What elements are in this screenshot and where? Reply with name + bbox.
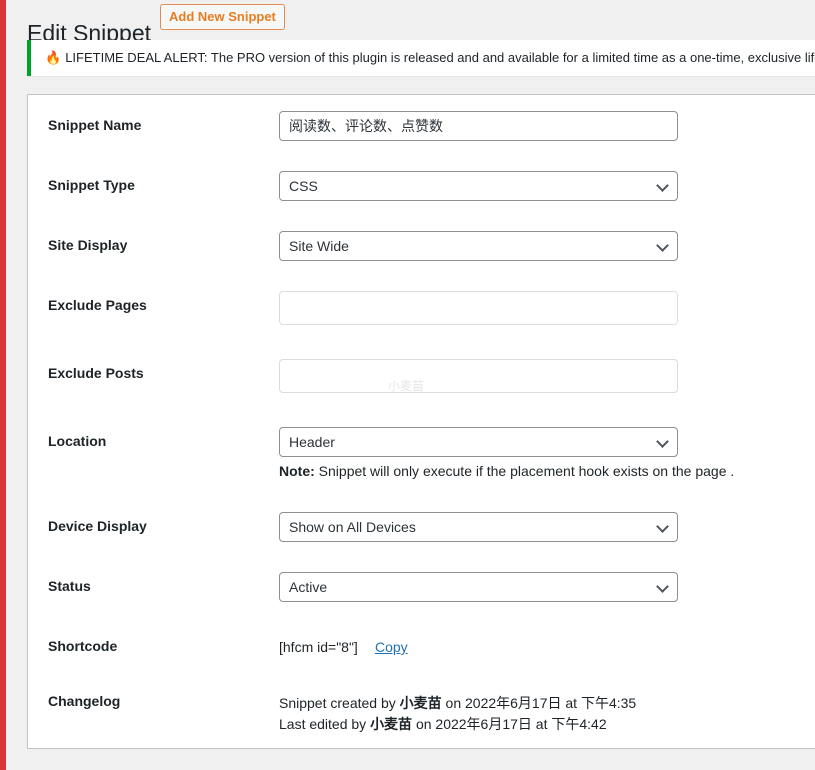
- copy-shortcode-link[interactable]: Copy: [375, 639, 408, 655]
- changelog-text: Snippet created by 小麦苗 on 2022年6月17日 at …: [279, 693, 636, 735]
- add-new-snippet-button[interactable]: Add New Snippet: [160, 4, 285, 30]
- snippet-name-label: Snippet Name: [48, 117, 142, 133]
- changelog-edited: Last edited by 小麦苗 on 2022年6月17日 at 下午4:…: [279, 714, 636, 735]
- edited-prefix: Last edited by: [279, 716, 371, 732]
- note-label: Note:: [279, 463, 315, 479]
- snippet-type-select[interactable]: CSS: [279, 171, 678, 201]
- status-label: Status: [48, 578, 91, 594]
- device-display-select[interactable]: Show on All Devices: [279, 512, 678, 542]
- admin-sidebar-edge: [0, 0, 6, 770]
- status-select[interactable]: Active: [279, 572, 678, 602]
- device-display-value: Show on All Devices: [289, 519, 416, 535]
- chevron-down-icon: [656, 520, 669, 533]
- exclude-pages-input[interactable]: [279, 291, 678, 325]
- exclude-pages-label: Exclude Pages: [48, 297, 147, 313]
- snippet-type-value: CSS: [289, 178, 318, 194]
- snippet-name-value: 阅读数、评论数、点赞数: [289, 118, 443, 134]
- snippet-settings-panel: Snippet Name 阅读数、评论数、点赞数 Snippet Type CS…: [27, 94, 815, 749]
- created-suffix: on 2022年6月17日 at 下午4:35: [441, 695, 637, 711]
- chevron-down-icon: [656, 435, 669, 448]
- created-user: 小麦苗: [399, 695, 442, 711]
- location-label: Location: [48, 433, 107, 449]
- watermark: 小麦苗: [388, 379, 425, 393]
- changelog-label: Changelog: [48, 693, 121, 709]
- device-display-label: Device Display: [48, 518, 147, 534]
- status-value: Active: [289, 579, 328, 595]
- shortcode-value: [hfcm id="8"]: [279, 639, 358, 655]
- edited-suffix: on 2022年6月17日 at 下午4:42: [412, 716, 607, 732]
- location-value: Header: [289, 434, 335, 450]
- shortcode-label: Shortcode: [48, 638, 118, 654]
- snippet-name-input[interactable]: 阅读数、评论数、点赞数: [279, 111, 678, 141]
- chevron-down-icon: [656, 179, 669, 192]
- location-select[interactable]: Header: [279, 427, 678, 457]
- site-display-value: Site Wide: [289, 238, 349, 254]
- created-prefix: Snippet created by: [279, 695, 400, 711]
- note-text: Snippet will only execute if the placeme…: [314, 463, 735, 479]
- site-display-label: Site Display: [48, 237, 128, 253]
- chevron-down-icon: [656, 239, 669, 252]
- edited-user: 小麦苗: [370, 716, 413, 732]
- snippet-type-label: Snippet Type: [48, 177, 135, 193]
- location-note: Note: Snippet will only execute if the p…: [279, 463, 734, 479]
- fire-icon: 🔥: [45, 50, 62, 65]
- exclude-posts-input[interactable]: [279, 359, 678, 393]
- chevron-down-icon: [656, 580, 669, 593]
- changelog-created: Snippet created by 小麦苗 on 2022年6月17日 at …: [279, 693, 636, 714]
- lifetime-deal-notice: 🔥 LIFETIME DEAL ALERT: The PRO version of…: [27, 40, 815, 76]
- notice-text: LIFETIME DEAL ALERT: The PRO version of …: [65, 50, 815, 65]
- exclude-posts-label: Exclude Posts: [48, 365, 144, 381]
- site-display-select[interactable]: Site Wide: [279, 231, 678, 261]
